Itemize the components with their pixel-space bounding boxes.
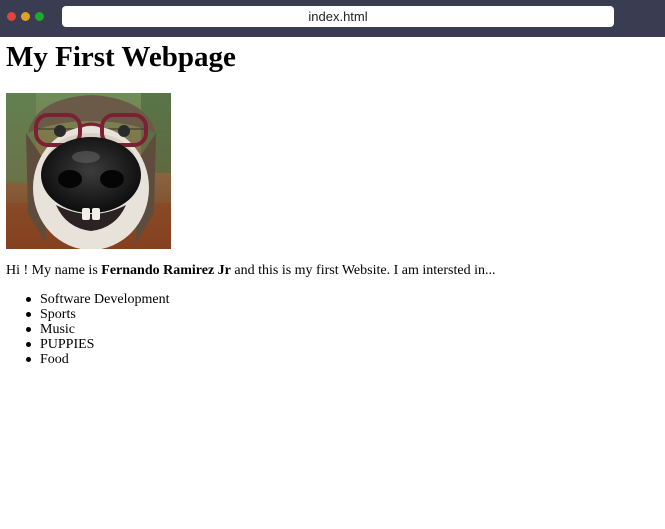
intro-text-after: and this is my first Website. I am inter… <box>230 263 496 278</box>
intro-text-before: Hi ! My name is <box>6 263 102 278</box>
page-title: My First Webpage <box>6 41 236 73</box>
list-item: Food <box>25 352 169 367</box>
interests-list: Software Development Sports Music PUPPIE… <box>25 292 170 367</box>
maximize-window-dot[interactable] <box>35 12 44 21</box>
list-item: Software Development <box>25 292 170 307</box>
minimize-window-dot[interactable] <box>21 12 30 21</box>
page-content: My First Webpage Hi ! My name is Fernand… <box>0 37 665 529</box>
list-item: Sports <box>25 307 169 322</box>
dog-photo <box>6 93 171 249</box>
close-window-dot[interactable] <box>7 12 16 21</box>
intro-paragraph: Hi ! My name is Fernando Ramirez Jr and … <box>6 263 495 279</box>
list-item: Music <box>25 322 169 337</box>
address-bar[interactable]: index.html <box>62 6 614 27</box>
list-item: PUPPIES <box>25 337 169 352</box>
browser-toolbar: index.html <box>0 0 665 37</box>
author-name: Fernando Ramirez Jr <box>101 263 231 278</box>
